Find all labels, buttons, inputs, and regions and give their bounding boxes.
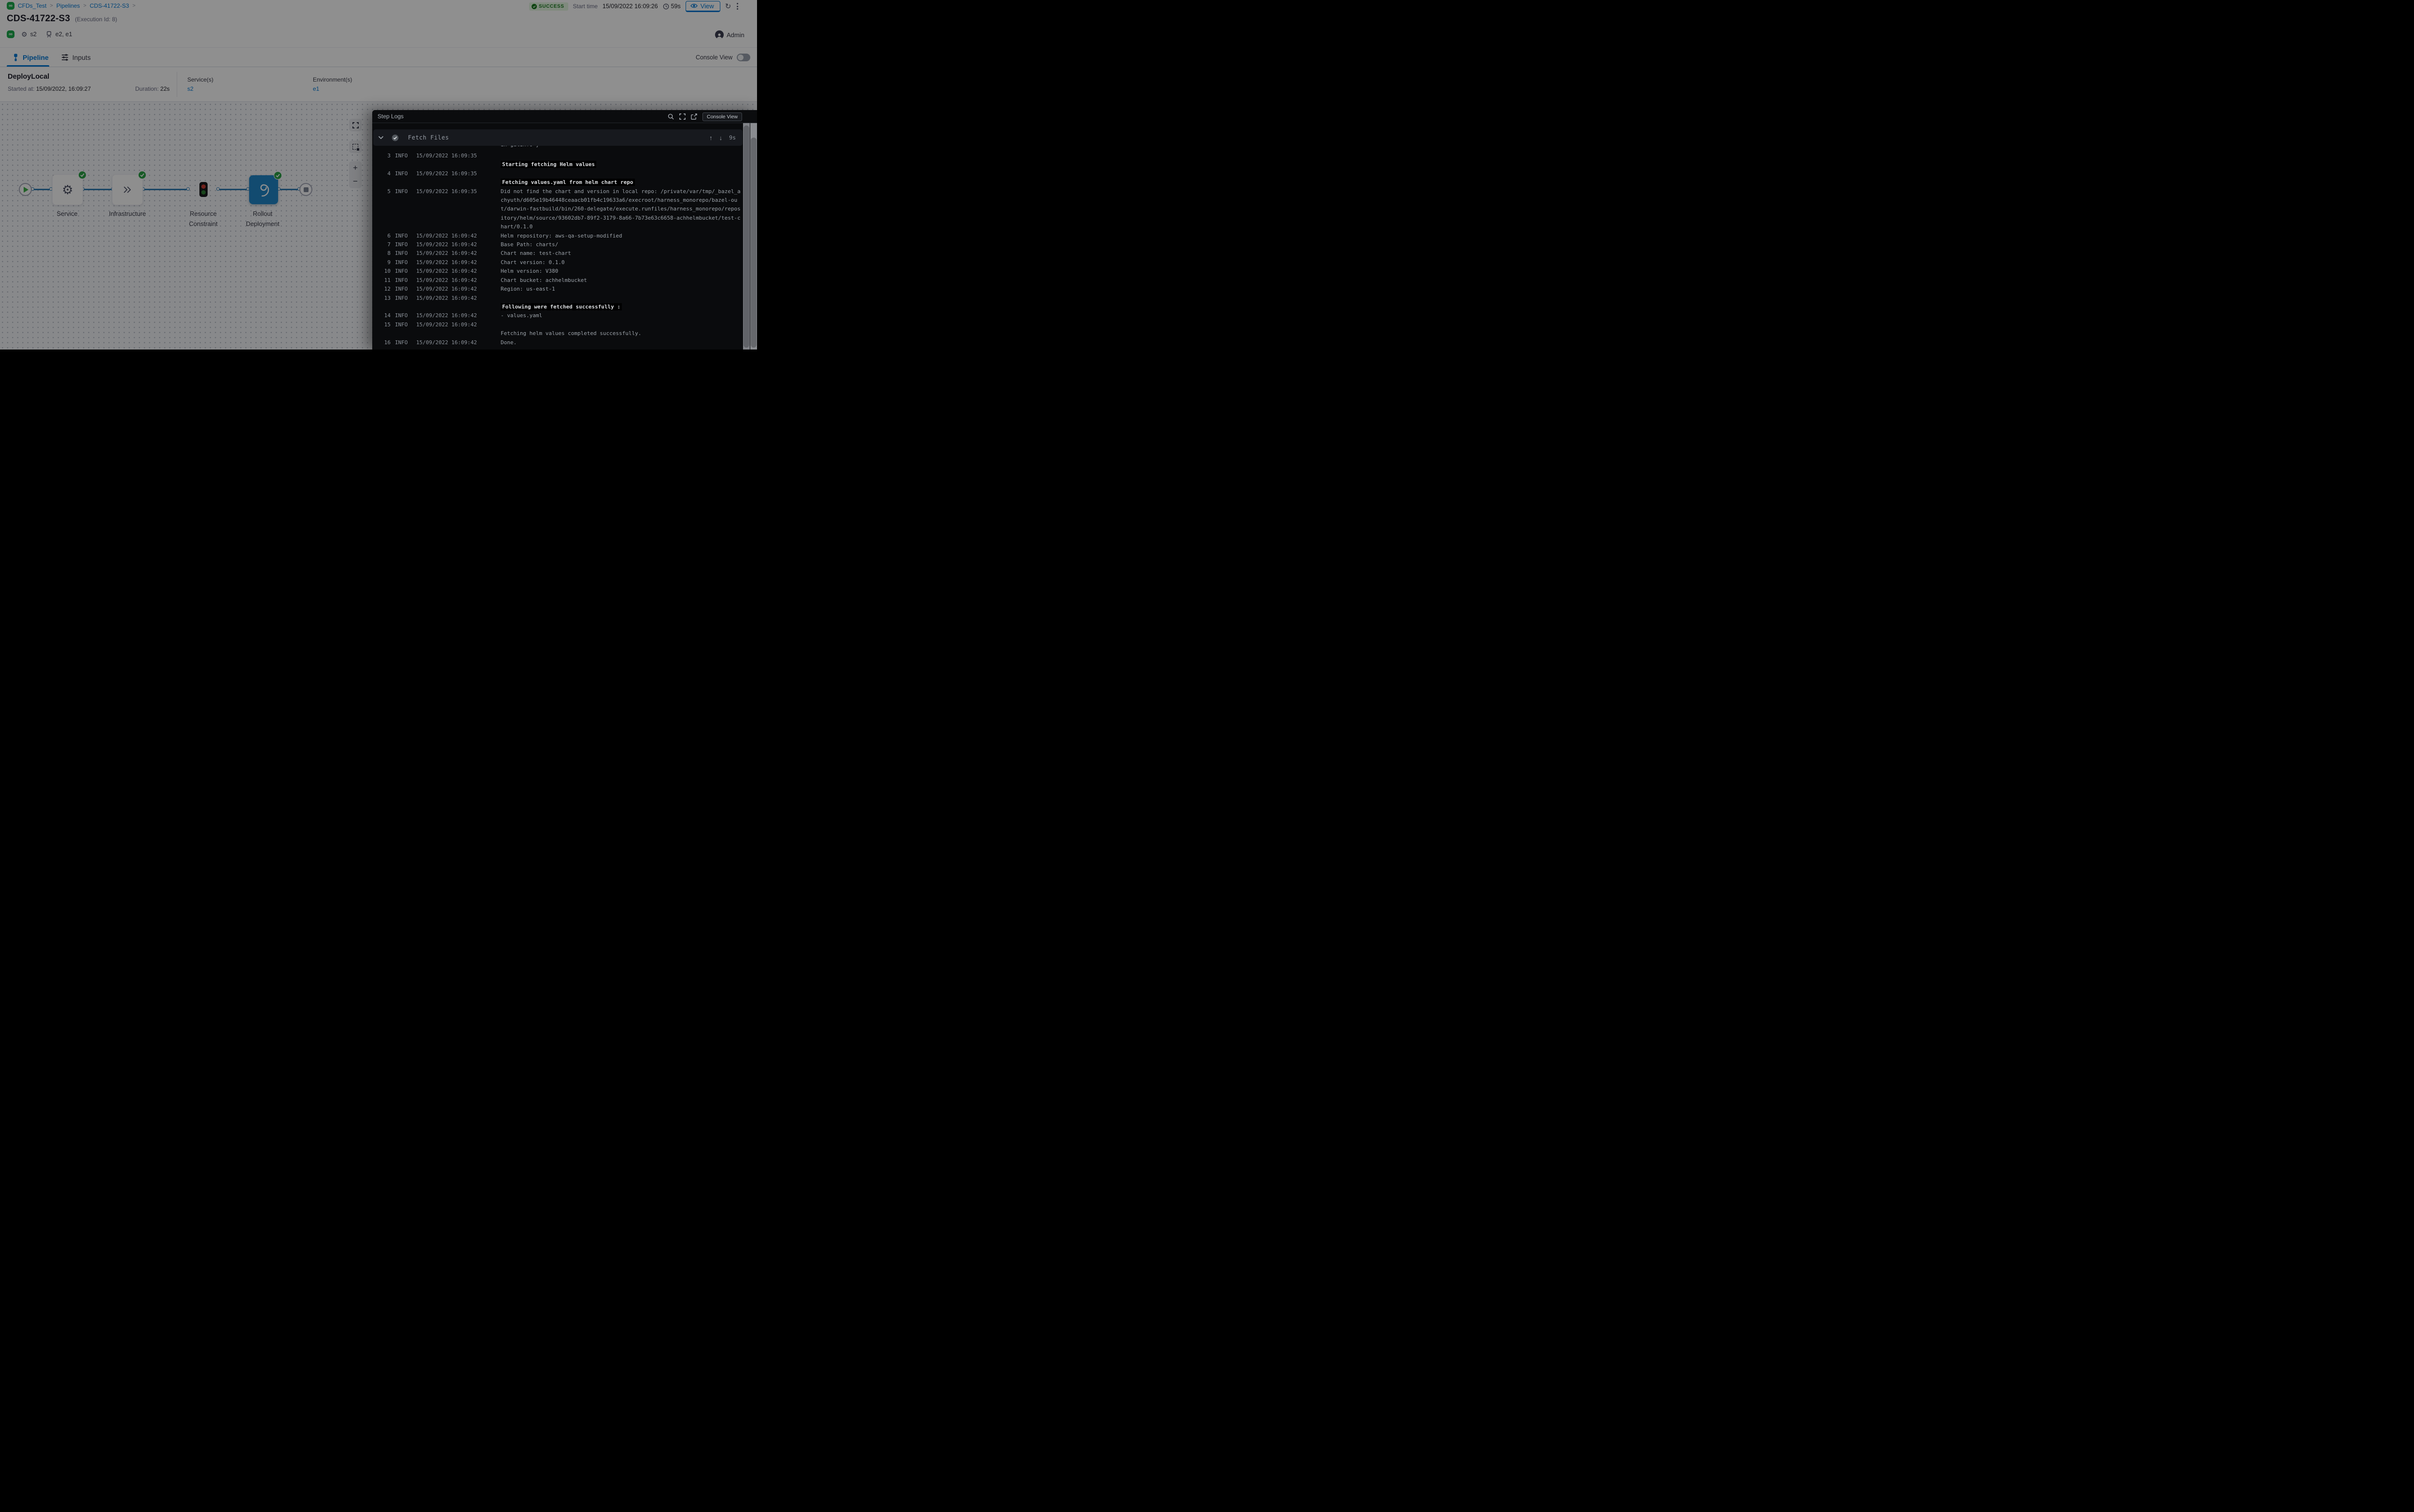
- scroll-down-icon[interactable]: ↓: [719, 135, 723, 141]
- open-in-new-tab-icon[interactable]: [691, 113, 698, 120]
- section-duration: 9s: [729, 134, 736, 141]
- log-line: 4INFO15/09/2022 16:09:35: [372, 169, 743, 178]
- log-drawer-title: Step Logs: [378, 113, 404, 120]
- log-line: 5INFO15/09/2022 16:09:35Did not find the…: [372, 187, 743, 232]
- log-line: 6INFO15/09/2022 16:09:42Helm repository:…: [372, 232, 743, 240]
- log-line: 3INFO15/09/2022 16:09:35: [372, 152, 743, 160]
- log-line-message: Starting fetching Helm values: [372, 160, 743, 169]
- log-line: 15INFO15/09/2022 16:09:42: [372, 321, 743, 329]
- log-drawer-header: Step Logs Console View: [372, 110, 757, 123]
- log-section-fetch-files[interactable]: Fetch Files ↑ ↓ 9s: [373, 129, 743, 146]
- chevron-down-icon: [378, 136, 384, 140]
- section-status-check-icon: [392, 134, 399, 141]
- log-fullscreen-icon[interactable]: [679, 113, 686, 120]
- harness-execution-page: ∞ CFDs_Test > Pipelines > CDS-41722-S3 >…: [0, 0, 757, 350]
- log-line: 9INFO15/09/2022 16:09:42Chart version: 0…: [372, 258, 743, 267]
- log-line-message: Fetching helm values completed successfu…: [372, 329, 743, 338]
- log-line-message: Fetching values.yaml from helm chart rep…: [372, 178, 743, 187]
- log-line: 8INFO15/09/2022 16:09:42Chart name: test…: [372, 249, 743, 258]
- log-line: 13INFO15/09/2022 16:09:42: [372, 294, 743, 303]
- page-scrollbar[interactable]: [750, 123, 757, 350]
- log-search-icon[interactable]: [668, 113, 674, 120]
- log-line-message: Following were fetched successfully :: [372, 303, 743, 311]
- scroll-up-icon[interactable]: ↑: [709, 135, 713, 141]
- section-name: Fetch Files: [408, 134, 449, 141]
- log-lines-container: 3INFO15/09/2022 16:09:35Starting fetchin…: [372, 152, 743, 347]
- log-line: 16INFO15/09/2022 16:09:42Done.: [372, 338, 743, 347]
- log-line: 10INFO15/09/2022 16:09:42Helm version: V…: [372, 267, 743, 276]
- log-line: 12INFO15/09/2022 16:09:42Region: us-east…: [372, 285, 743, 294]
- log-line: 11INFO15/09/2022 16:09:42Chart bucket: a…: [372, 276, 743, 285]
- log-line: 7INFO15/09/2022 16:09:42Base Path: chart…: [372, 240, 743, 249]
- log-console-view-button[interactable]: Console View: [702, 112, 742, 121]
- log-line: 14INFO15/09/2022 16:09:42- values.yaml: [372, 311, 743, 320]
- step-logs-drawer: Step Logs Console View Fetch Files ↑: [372, 110, 757, 350]
- log-scrollbar[interactable]: [743, 123, 750, 350]
